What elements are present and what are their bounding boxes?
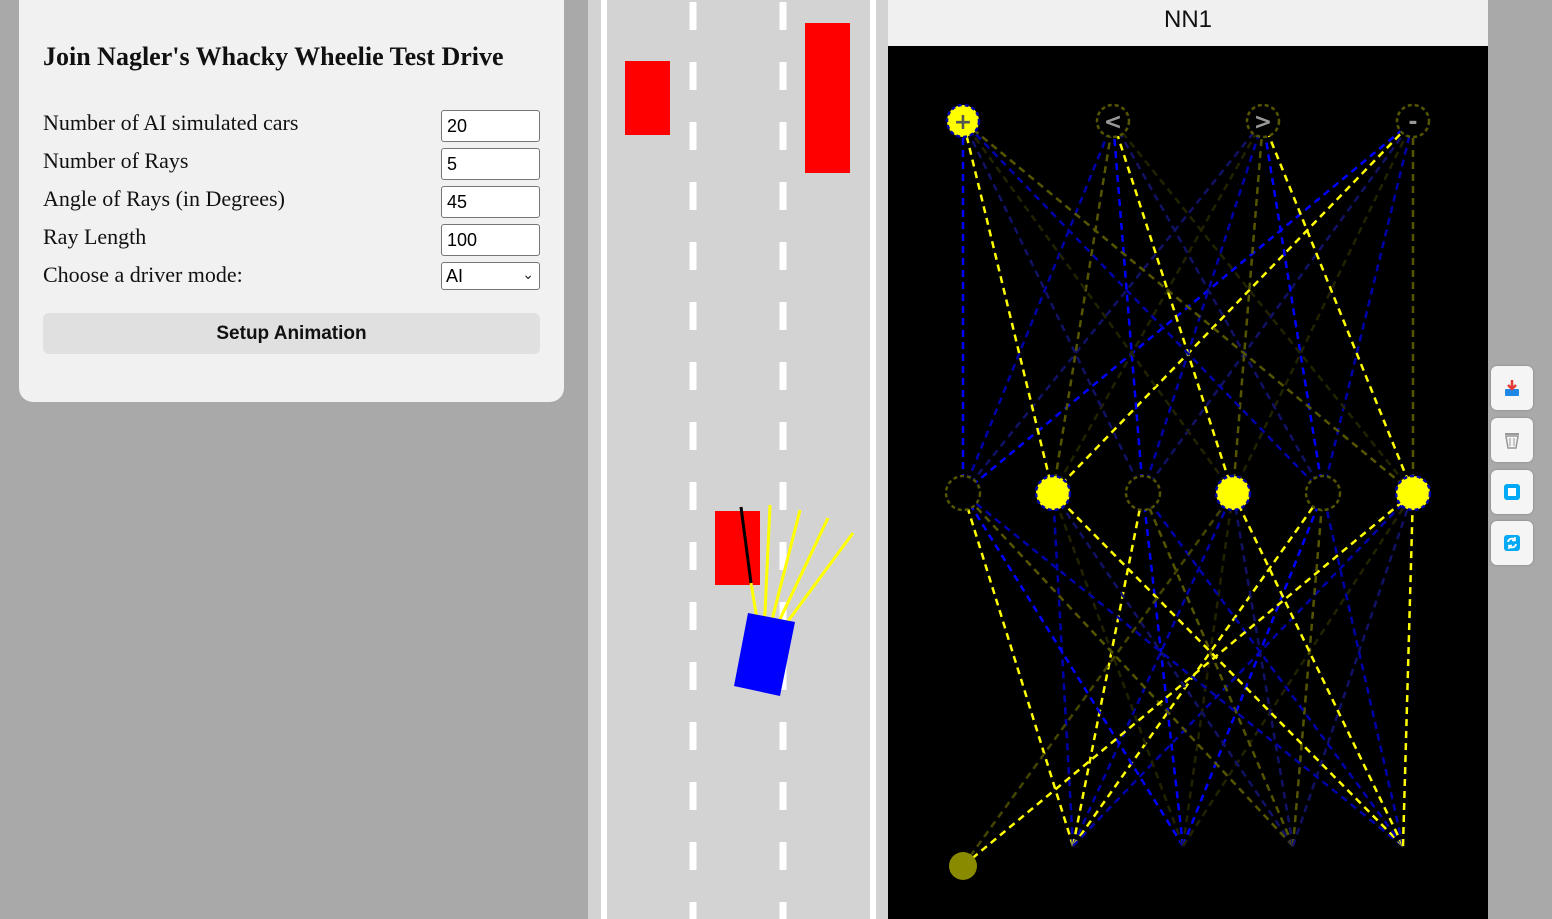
save-icon (1505, 380, 1519, 396)
network-edge (1071, 492, 1325, 847)
ray-angle-label: Angle of Rays (in Degrees) (43, 186, 285, 211)
num-rays-input[interactable] (441, 148, 540, 180)
network-edge (1051, 120, 1115, 494)
ray-length-input[interactable] (441, 224, 540, 256)
output-node-label: + (954, 110, 972, 135)
num-cars-label: Number of AI simulated cars (43, 110, 299, 135)
num-cars-input[interactable] (441, 110, 540, 142)
network-edge (961, 120, 1115, 494)
network-edge (1261, 120, 1325, 494)
trash-icon (1505, 433, 1519, 449)
network-edge (1181, 492, 1325, 847)
output-node-label: - (1408, 110, 1417, 135)
num-rays-row: Number of Rays (43, 148, 540, 180)
hidden-node (1304, 474, 1342, 512)
settings-panel: Join Nagler's Whacky Wheelie Test Drive … (19, 0, 564, 402)
network-edge (1401, 492, 1415, 847)
traffic-car (715, 511, 760, 585)
traffic-car (805, 23, 850, 173)
network-edge (1111, 120, 1145, 494)
refresh-button[interactable] (1491, 521, 1533, 565)
network-edge (1071, 492, 1235, 847)
traffic-car (625, 61, 670, 135)
hidden-node (944, 474, 982, 512)
save-button[interactable] (1491, 366, 1533, 410)
network-edge (1051, 492, 1295, 847)
hidden-node (1214, 474, 1252, 512)
network-edge (1231, 120, 1265, 494)
network-visualizer: + < > - (944, 103, 1432, 880)
output-node-label: < (1104, 110, 1122, 135)
delete-button[interactable] (1491, 418, 1533, 462)
network-edge (1231, 120, 1415, 494)
driver-mode-row: Choose a driver mode: AI ⌄ (43, 262, 540, 294)
network-edge (1052, 120, 1414, 494)
num-cars-row: Number of AI simulated cars (43, 110, 540, 142)
square-button[interactable] (1491, 470, 1533, 514)
ray-length-label: Ray Length (43, 224, 147, 249)
ray-angle-row: Angle of Rays (in Degrees) (43, 186, 540, 218)
network-panel: NN1 + < > - (888, 0, 1488, 919)
input-node (949, 852, 977, 880)
network-edge (961, 120, 1235, 494)
hidden-node (1034, 474, 1072, 512)
network-edge (1141, 120, 1265, 494)
network-edge (1071, 492, 1145, 847)
network-edge (1141, 120, 1415, 494)
refresh-icon (1504, 535, 1520, 551)
ray-length-row: Ray Length (43, 224, 540, 256)
driver-mode-select-wrap: AI ⌄ (441, 262, 540, 290)
network-edge (1051, 492, 1075, 847)
setup-animation-button[interactable]: Setup Animation (43, 313, 540, 354)
network-edge (962, 120, 1324, 494)
page-title: Join Nagler's Whacky Wheelie Test Drive (43, 42, 504, 71)
network-edge (1291, 492, 1415, 847)
network-edge (962, 120, 1264, 494)
network-edge (1111, 120, 1235, 494)
ray-angle-input[interactable] (441, 186, 540, 218)
output-node-label: > (1254, 110, 1272, 135)
road-canvas (588, 0, 888, 919)
square-icon (1504, 484, 1520, 500)
network-edge (1261, 120, 1415, 494)
network-edge (961, 120, 1145, 494)
num-rays-label: Number of Rays (43, 148, 189, 173)
driver-mode-label: Choose a driver mode: (43, 262, 243, 287)
hidden-node (1394, 474, 1432, 512)
network-edge (1112, 120, 1414, 494)
hidden-node (1124, 474, 1162, 512)
network-edge (961, 492, 1235, 867)
network-title: NN1 (888, 0, 1488, 46)
driver-mode-select[interactable]: AI (441, 262, 540, 290)
